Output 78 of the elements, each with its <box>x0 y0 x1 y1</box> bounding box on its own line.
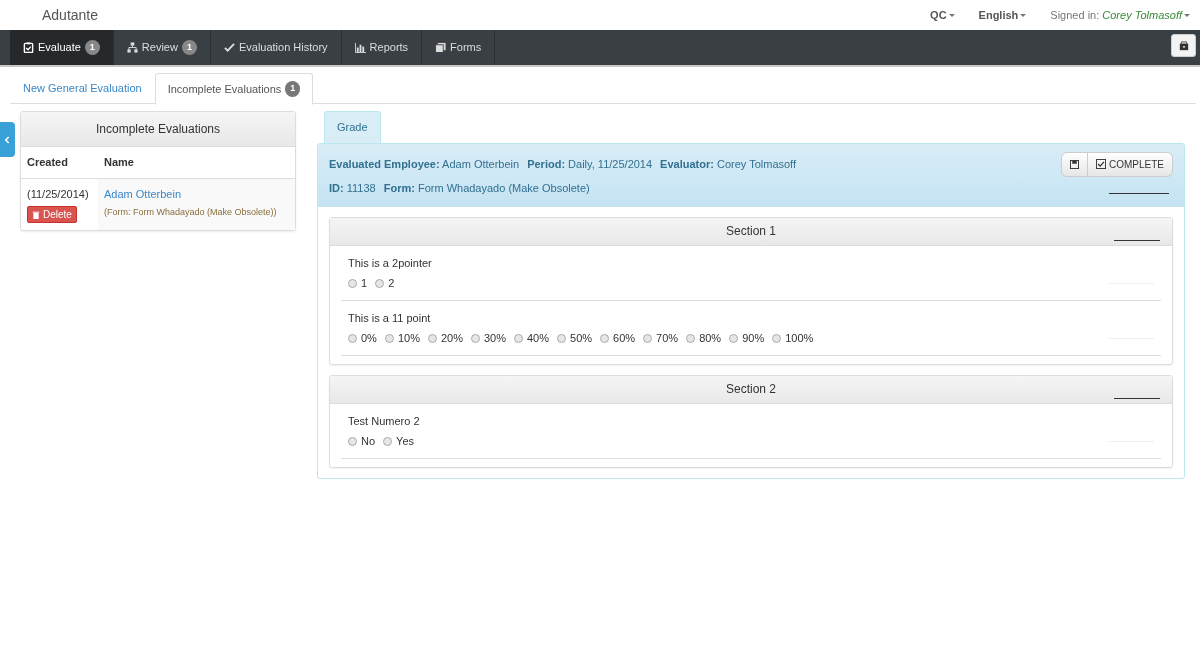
score-line <box>1114 239 1160 241</box>
save-button[interactable] <box>1061 151 1088 177</box>
score-line <box>1109 192 1169 194</box>
radio-button[interactable] <box>348 333 357 343</box>
tab[interactable]: Incomplete Evaluations 1 <box>154 73 314 105</box>
dropdown-menu-toggle[interactable]: QC <box>930 6 955 24</box>
score-line <box>1114 397 1160 399</box>
clipboard-check-icon <box>23 42 34 53</box>
nav-tab[interactable]: Review 1 <box>113 30 211 65</box>
radio-option[interactable]: 1 <box>348 275 368 292</box>
info-field: Period: Daily, 11/25/2014 <box>527 155 653 172</box>
radio-button[interactable] <box>772 333 782 343</box>
info-field: Evaluated Employee: Adam Otterbein <box>329 155 520 172</box>
brand-name: Adutante <box>42 5 99 25</box>
form-text: (Form: Form Whadayado (Make Obsolete)) <box>104 206 278 219</box>
radio-option[interactable]: 20% <box>427 330 463 347</box>
radio-button[interactable] <box>557 333 567 343</box>
info-field: ID: 11138 <box>329 180 376 197</box>
nav-tab[interactable]: Evaluation History <box>210 30 342 65</box>
radio-button[interactable] <box>470 333 480 343</box>
radio-button[interactable] <box>348 278 357 288</box>
sitemap-icon <box>126 42 138 53</box>
chevron-left-icon <box>4 135 11 144</box>
column-header: Name <box>98 147 295 179</box>
count-badge: 1 <box>285 81 301 97</box>
radio-button[interactable] <box>375 278 385 288</box>
question-text: Test Numero 2 <box>348 413 420 429</box>
radio-option[interactable]: 60% <box>600 330 636 347</box>
radio-button[interactable] <box>383 436 393 446</box>
trash-icon <box>32 210 40 219</box>
nav-tab[interactable]: Reports <box>341 30 423 65</box>
toolbar-button[interactable] <box>1171 34 1196 57</box>
radio-option[interactable]: 30% <box>470 330 506 347</box>
question-text: This is a 2pointer <box>348 255 432 271</box>
radio-option[interactable]: 0% <box>348 330 377 347</box>
radio-option[interactable]: 50% <box>557 330 593 347</box>
info-field: Form: Form Whadayado (Make Obsolete) <box>383 180 590 197</box>
radio-option[interactable]: Yes <box>383 433 414 450</box>
question-text: This is a 11 point <box>348 310 432 326</box>
date-text: (11/25/2014) <box>27 186 89 202</box>
count-badge: 1 <box>181 39 197 56</box>
tab[interactable]: New General Evaluation <box>10 73 155 104</box>
checkbox-icon <box>1096 159 1106 169</box>
radio-option[interactable]: 10% <box>384 330 420 347</box>
complete-button[interactable]: COMPLETE <box>1088 151 1173 177</box>
radio-button[interactable] <box>686 333 696 343</box>
count-badge: 1 <box>84 39 100 56</box>
panel-title: Incomplete Evaluations <box>21 112 295 147</box>
radio-button[interactable] <box>348 436 357 446</box>
radio-option[interactable]: 40% <box>514 330 550 347</box>
section-title: Section 2 <box>725 381 776 398</box>
nav-tab[interactable]: Evaluate 1 <box>10 30 114 65</box>
radio-button[interactable] <box>600 333 610 343</box>
radio-option[interactable]: 80% <box>686 330 722 347</box>
radio-button[interactable] <box>729 333 739 343</box>
radio-option[interactable]: 100% <box>772 330 814 347</box>
section-title: Section 1 <box>725 223 776 240</box>
radio-option[interactable]: No <box>348 433 376 450</box>
toolbox-icon <box>1178 40 1189 51</box>
radio-option[interactable]: 2 <box>375 275 395 292</box>
sidebar-toggle-button[interactable] <box>0 122 15 157</box>
documents-icon <box>435 42 447 53</box>
radio-button[interactable] <box>384 333 394 343</box>
delete-button[interactable]: Delete <box>27 206 77 223</box>
nav-tab[interactable]: Forms <box>422 30 496 65</box>
tab[interactable]: Grade <box>324 111 381 143</box>
radio-option[interactable]: 90% <box>729 330 765 347</box>
check-icon <box>223 42 235 53</box>
radio-button[interactable] <box>514 333 523 343</box>
radio-button[interactable] <box>643 333 653 343</box>
radio-button[interactable] <box>427 333 437 343</box>
bar-chart-icon <box>354 42 366 53</box>
dropdown-menu-toggle[interactable]: English <box>978 6 1027 24</box>
employee-link[interactable]: Adam Otterbein <box>104 185 289 202</box>
info-field: Evaluator: Corey Tolmasoff <box>660 155 797 172</box>
user-menu[interactable]: Signed in: Corey Tolmasoff <box>1050 6 1190 24</box>
column-header: Created <box>21 147 98 179</box>
radio-option[interactable]: 70% <box>643 330 679 347</box>
